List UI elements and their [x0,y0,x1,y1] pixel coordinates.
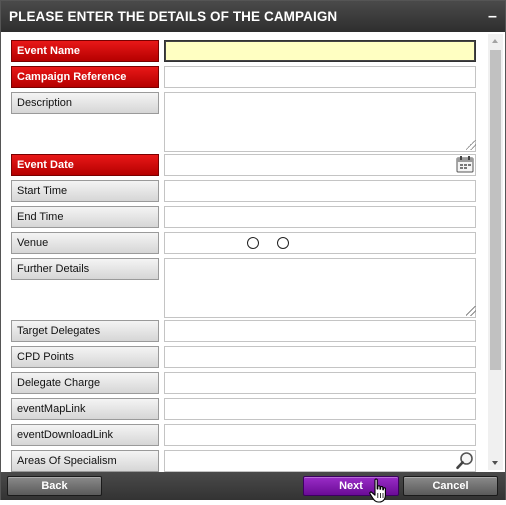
start-time-label: Start Time [11,180,159,202]
dialog-title: PLEASE ENTER THE DETAILS OF THE CAMPAIGN [9,9,338,24]
campaign-details-dialog: PLEASE ENTER THE DETAILS OF THE CAMPAIGN… [0,0,506,500]
scroll-up-arrow-icon[interactable] [488,34,503,48]
campaign-reference-label: Campaign Reference [11,66,159,88]
start-time-input[interactable] [164,180,476,202]
magnifier-icon[interactable] [455,451,475,470]
further-details-textarea[interactable] [164,258,476,318]
venue-radio-option-1[interactable] [247,237,259,249]
campaign-reference-input[interactable] [164,66,476,88]
minimize-icon[interactable]: – [488,1,497,32]
vertical-scrollbar[interactable] [488,34,503,470]
delegate-charge-input[interactable] [164,372,476,394]
event-name-label: Event Name [11,40,159,62]
target-delegates-label: Target Delegates [11,320,159,342]
venue-label: Venue [11,232,159,254]
areas-of-specialism-input[interactable] [164,450,476,472]
dialog-title-bar: PLEASE ENTER THE DETAILS OF THE CAMPAIGN… [1,1,505,32]
event-map-link-label: eventMapLink [11,398,159,420]
venue-radio-option-2[interactable] [277,237,289,249]
venue-input[interactable] [164,232,476,254]
scroll-down-arrow-icon[interactable] [488,456,503,470]
cancel-button[interactable]: Cancel [403,476,498,496]
next-button[interactable]: Next [303,476,399,496]
scrollbar-thumb[interactable] [490,50,501,370]
delegate-charge-label: Delegate Charge [11,372,159,394]
event-date-input[interactable] [164,154,476,176]
back-button[interactable]: Back [7,476,102,496]
event-map-link-input[interactable] [164,398,476,420]
calendar-icon[interactable] [455,155,475,174]
dialog-footer: Back Next Cancel [1,472,505,500]
cpd-points-input[interactable] [164,346,476,368]
event-download-link-label: eventDownloadLink [11,424,159,446]
description-textarea[interactable] [164,92,476,152]
target-delegates-input[interactable] [164,320,476,342]
event-name-input[interactable] [164,40,476,62]
event-download-link-input[interactable] [164,424,476,446]
event-date-label: Event Date [11,154,159,176]
description-label: Description [11,92,159,114]
end-time-input[interactable] [164,206,476,228]
further-details-label: Further Details [11,258,159,280]
areas-of-specialism-label: Areas Of Specialism [11,450,159,472]
cpd-points-label: CPD Points [11,346,159,368]
form-area: Event Name Campaign Reference Descriptio… [1,32,487,472]
end-time-label: End Time [11,206,159,228]
